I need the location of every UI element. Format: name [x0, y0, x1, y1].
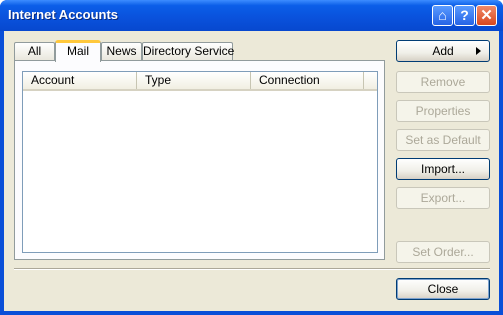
remove-button-label: Remove: [420, 75, 466, 89]
set-as-default-button-label: Set as Default: [405, 133, 481, 147]
help-button[interactable]: ?: [454, 5, 475, 26]
close-dialog-button[interactable]: Close: [396, 278, 490, 300]
tab-panel: Account Type Connection: [14, 60, 385, 260]
pushpin-icon: ⌂: [438, 7, 447, 23]
column-header-account[interactable]: Account: [23, 72, 137, 89]
title-bar[interactable]: Internet Accounts ⌂ ? ✕: [0, 0, 503, 31]
import-button-label: Import...: [420, 162, 465, 176]
add-button[interactable]: Add: [396, 40, 490, 62]
tab-directory-service-label: Directory Service: [143, 44, 235, 58]
tab-news[interactable]: News: [101, 42, 142, 60]
tab-directory-service[interactable]: Directory Service: [142, 42, 235, 60]
window-title: Internet Accounts: [8, 7, 119, 22]
close-dialog-button-label: Close: [427, 282, 459, 296]
column-header-connection[interactable]: Connection: [251, 72, 364, 89]
submenu-arrow-icon: [476, 47, 481, 55]
export-button[interactable]: Export...: [396, 187, 490, 209]
tab-all[interactable]: All: [14, 42, 55, 60]
export-button-label: Export...: [420, 191, 466, 205]
tab-all-label: All: [27, 44, 42, 58]
tab-mail-label: Mail: [66, 44, 89, 58]
add-button-label: Add: [432, 44, 454, 58]
import-button[interactable]: Import...: [396, 158, 490, 180]
pin-button[interactable]: ⌂: [432, 5, 453, 26]
internet-accounts-window: Internet Accounts ⌂ ? ✕ All Mail News Di…: [0, 0, 503, 315]
properties-button-label: Properties: [415, 104, 471, 118]
help-icon: ?: [460, 7, 469, 23]
set-as-default-button[interactable]: Set as Default: [396, 129, 490, 151]
dialog-body: All Mail News Directory Service Account …: [4, 31, 499, 311]
close-button[interactable]: ✕: [476, 5, 497, 26]
set-order-button-label: Set Order...: [412, 245, 474, 259]
list-header: Account Type Connection: [23, 72, 377, 91]
accounts-list[interactable]: Account Type Connection: [22, 71, 378, 253]
close-icon: ✕: [480, 7, 493, 24]
set-order-button[interactable]: Set Order...: [396, 241, 490, 263]
tab-news-label: News: [106, 44, 137, 58]
column-header-type[interactable]: Type: [137, 72, 251, 89]
tab-mail[interactable]: Mail: [55, 40, 101, 62]
properties-button[interactable]: Properties: [396, 100, 490, 122]
separator: [14, 268, 490, 270]
remove-button[interactable]: Remove: [396, 71, 490, 93]
